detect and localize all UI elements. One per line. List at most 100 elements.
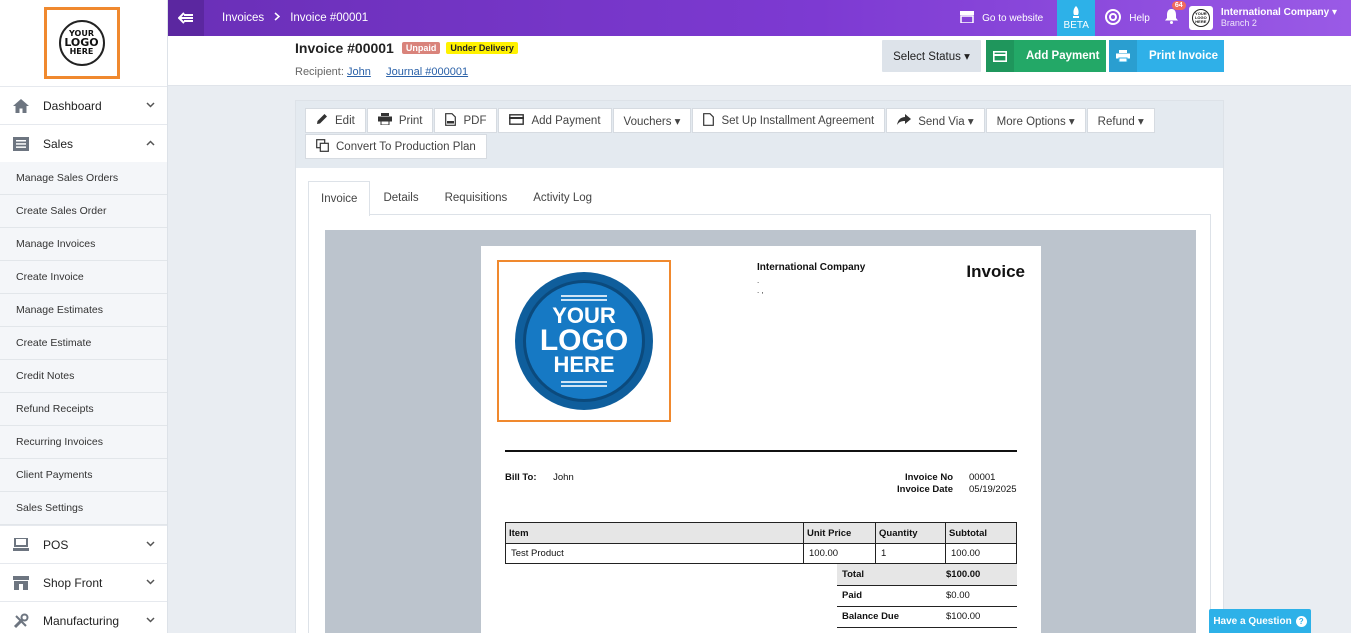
company-address-line: . , — [757, 286, 764, 295]
print-invoice-button[interactable]: Print Invoice — [1109, 40, 1224, 72]
more-options-dropdown[interactable]: More Options ▾ — [985, 108, 1086, 133]
bell-icon — [1164, 9, 1178, 24]
sidebar-item-shop-front[interactable]: Shop Front — [0, 563, 167, 601]
sidebar-item-manufacturing[interactable]: Manufacturing — [0, 601, 167, 633]
chevron-right-icon — [274, 12, 281, 24]
print-button[interactable]: Print — [366, 108, 434, 133]
share-icon — [897, 113, 912, 128]
total-label: Total — [837, 564, 941, 586]
sidebar-item-label: Dashboard — [43, 98, 102, 113]
edit-button[interactable]: Edit — [305, 108, 366, 133]
logo-text-here: HERE — [69, 47, 94, 57]
notification-count-badge: 64 — [1171, 1, 1186, 10]
journal-link[interactable]: Journal #000001 — [386, 66, 468, 78]
sidebar-item-sales[interactable]: Sales — [0, 124, 167, 162]
invoice-logo: YOUR LOGO HERE — [497, 260, 671, 422]
cell-item: Test Product — [505, 543, 804, 564]
branch-name: Branch 2 — [1220, 18, 1257, 28]
pdf-button[interactable]: PDF — [434, 108, 498, 133]
tools-icon — [12, 613, 30, 629]
invoice-doc-title: Invoice — [966, 262, 1025, 281]
add-payment-button[interactable]: Add Payment — [986, 40, 1106, 72]
sidebar-subitem-credit-notes[interactable]: Credit Notes — [0, 360, 167, 393]
beta-label: BETA — [1063, 19, 1089, 31]
sidebar-logo-area: YOUR LOGO HERE — [0, 0, 167, 86]
cell-subtotal: 100.00 — [945, 543, 1017, 564]
bill-to-value: John — [553, 472, 574, 483]
header-actions: Select Status ▾ Add Payment Print Invoic… — [882, 40, 1224, 72]
sidebar-subitem-manage-sales-orders[interactable]: Manage Sales Orders — [0, 162, 167, 195]
sidebar-subitem-create-sales-order[interactable]: Create Sales Order — [0, 195, 167, 228]
question-icon: ? — [1295, 615, 1307, 627]
tab-requisitions[interactable]: Requisitions — [432, 181, 521, 214]
company-info: International Company ▾ Branch 2 — [1221, 7, 1337, 29]
page-header: Invoice #00001 Unpaid Under Delivery Rec… — [168, 36, 1351, 86]
convert-production-plan-button[interactable]: Convert To Production Plan — [305, 134, 487, 159]
sidebar-subitem-create-invoice[interactable]: Create Invoice — [0, 261, 167, 294]
invoice-no-row: Invoice No 00001 — [861, 472, 1041, 483]
select-status-dropdown[interactable]: Select Status ▾ — [882, 40, 981, 72]
recipient-row: Recipient: John Journal #000001 — [295, 66, 468, 78]
sidebar-subitem-create-estimate[interactable]: Create Estimate — [0, 327, 167, 360]
divider — [505, 450, 1017, 452]
go-to-website-link[interactable]: Go to website — [960, 10, 1043, 26]
sidebar-subitem-sales-settings[interactable]: Sales Settings — [0, 492, 167, 525]
notifications-button[interactable]: 64 — [1164, 1, 1186, 28]
tab-invoice[interactable]: Invoice — [308, 181, 371, 216]
add-payment-label: Add Payment — [1026, 50, 1100, 62]
invoice-company-address: . . , — [757, 276, 764, 296]
sidebar-item-dashboard[interactable]: Dashboard — [0, 86, 167, 124]
refund-dropdown[interactable]: Refund ▾ — [1086, 108, 1155, 133]
installment-agreement-button[interactable]: Set Up Installment Agreement — [692, 108, 886, 133]
total-value: $100.00 — [941, 564, 1017, 586]
company-logo[interactable]: YOUR LOGO HERE — [43, 7, 120, 79]
help-link[interactable]: Help — [1105, 8, 1150, 28]
cell-unit-price: 100.00 — [803, 543, 876, 564]
sidebar-item-label: POS — [43, 537, 69, 552]
pdf-file-icon — [445, 112, 457, 129]
pdf-label: PDF — [463, 114, 487, 127]
beta-button[interactable]: BETA — [1057, 0, 1096, 36]
paid-value: $0.00 — [941, 585, 1017, 607]
tab-activity-log[interactable]: Activity Log — [520, 181, 605, 214]
toolbar-add-payment-button[interactable]: Add Payment — [498, 108, 612, 133]
vouchers-dropdown[interactable]: Vouchers ▾ — [612, 108, 692, 133]
printer-icon — [1109, 40, 1137, 72]
logo-stripe — [561, 385, 607, 388]
collapse-sidebar-button[interactable] — [168, 0, 204, 36]
breadcrumb-invoices[interactable]: Invoices — [222, 12, 264, 24]
logo-stripe — [561, 381, 607, 384]
sales-submenu: Manage Sales Orders Create Sales Order M… — [0, 162, 167, 525]
sidebar-item-label: Shop Front — [43, 575, 103, 590]
sidebar-subitem-manage-invoices[interactable]: Manage Invoices — [0, 228, 167, 261]
invoice-date-value: 05/19/2025 — [969, 484, 1017, 495]
logo-badge-inner: YOUR LOGO HERE — [523, 280, 645, 402]
sidebar-item-pos[interactable]: POS — [0, 525, 167, 563]
sidebar-subitem-manage-estimates[interactable]: Manage Estimates — [0, 294, 167, 327]
lifebuoy-icon — [1105, 8, 1122, 28]
cell-quantity: 1 — [875, 543, 946, 564]
invoice-preview: YOUR LOGO HERE International Company . .… — [325, 230, 1196, 633]
send-via-dropdown[interactable]: Send Via ▾ — [886, 108, 985, 133]
company-name: International Company — [1220, 7, 1330, 18]
have-a-question-button[interactable]: Have a Question ? — [1209, 609, 1311, 633]
chevron-down-icon — [146, 615, 155, 626]
balance-row: Balance Due $100.00 — [837, 606, 1017, 628]
status-badge-unpaid: Unpaid — [401, 42, 441, 54]
logo-badge: YOUR LOGO HERE — [515, 272, 653, 410]
column-header-unit-price: Unit Price — [803, 522, 876, 544]
items-table: Item Unit Price Quantity Subtotal Test P… — [505, 522, 1017, 564]
toolbar-add-payment-label: Add Payment — [531, 114, 601, 127]
bill-to: Bill To: John — [505, 472, 574, 483]
company-switcher[interactable]: YOUR LOGO HERE International Company ▾ B… — [1188, 6, 1337, 30]
paid-row: Paid $0.00 — [837, 585, 1017, 607]
home-icon — [12, 98, 30, 114]
logo-text-here: HERE — [553, 352, 615, 378]
tab-details[interactable]: Details — [370, 181, 431, 214]
sidebar-subitem-recurring-invoices[interactable]: Recurring Invoices — [0, 426, 167, 459]
store-icon — [960, 10, 975, 26]
breadcrumb-current: Invoice #00001 — [290, 12, 369, 24]
recipient-link[interactable]: John — [347, 66, 371, 78]
sidebar-subitem-refund-receipts[interactable]: Refund Receipts — [0, 393, 167, 426]
sidebar-subitem-client-payments[interactable]: Client Payments — [0, 459, 167, 492]
